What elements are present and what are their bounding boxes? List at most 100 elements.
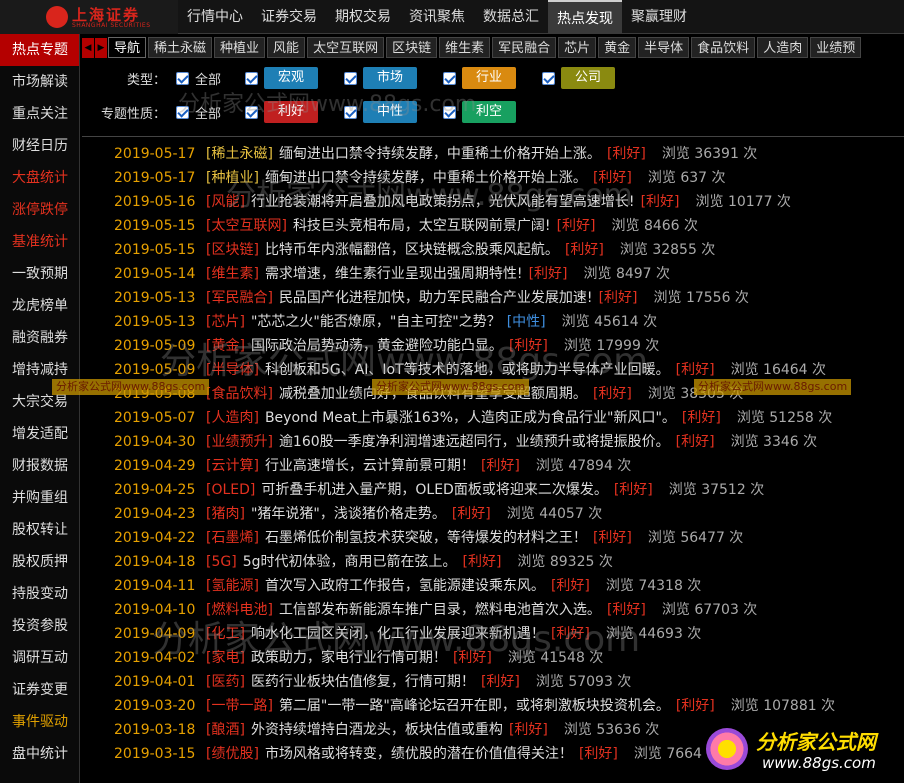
topic-title[interactable]: 工信部发布新能源车推广目录，燃料电池首次入选。 [279, 598, 601, 622]
topic-tag[interactable]: [绩优股] [206, 742, 259, 766]
topic-tag[interactable]: [维生素] [206, 262, 259, 286]
list-item[interactable]: 2019-05-17 [稀土永磁] 缅甸进出口禁令持续发酵，中重稀土价格开始上涨。 [… [82, 142, 904, 166]
list-item[interactable]: 2019-04-09 [化工] 响水化工园区关闭，化工行业发展迎来新机遇！ [利好] 浏… [82, 622, 904, 646]
topic-title[interactable]: 第二届"一带一路"高峰论坛召开在即，或将刺激板块投资机会。 [279, 694, 670, 718]
topic-tab[interactable]: 食品饮料 [691, 37, 756, 58]
type-filter-checkbox[interactable] [542, 71, 556, 85]
list-item[interactable]: 2019-05-14 [维生素] 需求增速，维生素行业呈现出强周期特性! [利好] 浏览… [82, 262, 904, 286]
sidebar-item[interactable]: 涨停跌停 [0, 194, 79, 226]
nav-item[interactable]: 行情中心 [178, 0, 252, 34]
list-item[interactable]: 2019-05-09 [黄金] 国际政治局势动荡，黄金避险功能凸显。 [利好] 浏览 1… [82, 334, 904, 358]
topic-tab[interactable]: 维生素 [439, 37, 491, 58]
list-item[interactable]: 2019-04-18 [5G] 5g时代初体验，商用已箭在弦上。 [利好] 浏览 893… [82, 550, 904, 574]
sidebar-item[interactable]: 投资参股 [0, 610, 79, 642]
list-item[interactable]: 2019-05-16 [风能] 行业抢装潮将开启叠加风电政策拐点，光伏风能有望高速增… [82, 190, 904, 214]
sidebar-item[interactable]: 调研互动 [0, 642, 79, 674]
topic-title[interactable]: 市场风格或将转变，绩优股的潜在价值值得关注！ [265, 742, 573, 766]
topic-tag[interactable]: [半导体] [206, 358, 259, 382]
type-all-checkbox[interactable] [176, 71, 189, 85]
topic-tag[interactable]: [猪肉] [206, 502, 245, 526]
nav-item[interactable]: 数据总汇 [474, 0, 548, 34]
sidebar-item[interactable]: 增发适配 [0, 418, 79, 450]
list-item[interactable]: 2019-04-11 [氢能源] 首次写入政府工作报告，氢能源建设乘东风。 [利好] 浏… [82, 574, 904, 598]
topic-title[interactable]: 5g时代初体验，商用已箭在弦上。 [243, 550, 457, 574]
nature-filter-chip[interactable]: 中性 [363, 101, 418, 123]
topic-tag[interactable]: [军民融合] [206, 286, 273, 310]
topic-title[interactable]: 石墨烯低价制氢技术获突破，等待爆发的材料之王！ [265, 526, 587, 550]
sidebar-item[interactable]: 持股变动 [0, 578, 79, 610]
topic-title[interactable]: "芯芯之火"能否燎原，"自主可控"之势？ [251, 310, 501, 334]
topic-tag[interactable]: [区块链] [206, 238, 259, 262]
sidebar-item[interactable]: 大盘统计 [0, 162, 79, 194]
topic-tag[interactable]: [太空互联网] [206, 214, 287, 238]
topic-tab[interactable]: 种植业 [214, 37, 266, 58]
list-item[interactable]: 2019-04-01 [医药] 医药行业板块估值修复，行情可期！ [利好] 浏览 570… [82, 670, 904, 694]
topic-title[interactable]: 可折叠手机进入量产期，OLED面板或将迎来二次爆发。 [261, 478, 607, 502]
type-filter-chip[interactable]: 市场 [363, 67, 418, 89]
sidebar-item[interactable]: 财报数据 [0, 450, 79, 482]
topic-title[interactable]: 需求增速，维生素行业呈现出强周期特性! [265, 262, 523, 286]
sidebar-item[interactable]: 事件驱动 [0, 706, 79, 738]
list-item[interactable]: 2019-04-29 [云计算] 行业高速增长，云计算前景可期！ [利好] 浏览 478… [82, 454, 904, 478]
topic-tag[interactable]: [业绩预升] [206, 430, 273, 454]
sidebar-item[interactable]: 热点专题 [0, 34, 79, 66]
topic-tag[interactable]: [云计算] [206, 454, 259, 478]
list-item[interactable]: 2019-05-15 [区块链] 比特币年内涨幅翻倍，区块链概念股乘风起航。 [利好]… [82, 238, 904, 262]
topic-tag[interactable]: [医药] [206, 670, 245, 694]
type-filter-chip[interactable]: 宏观 [264, 67, 319, 89]
topic-tab[interactable]: 业绩预 [810, 37, 862, 58]
sidebar-item[interactable]: 股权转让 [0, 514, 79, 546]
topic-tab[interactable]: 半导体 [638, 37, 690, 58]
sidebar-item[interactable]: 证券变更 [0, 674, 79, 706]
sidebar-item[interactable]: 盘中统计 [0, 738, 79, 770]
topic-title[interactable]: 比特币年内涨幅翻倍，区块链概念股乘风起航。 [265, 238, 559, 262]
sidebar-item[interactable]: 基准统计 [0, 226, 79, 258]
type-filter-checkbox[interactable] [344, 71, 358, 85]
topic-tag[interactable]: [氢能源] [206, 574, 259, 598]
topic-title[interactable]: 行业抢装潮将开启叠加风电政策拐点，光伏风能有望高速增长! [251, 190, 635, 214]
type-filter-chip[interactable]: 行业 [462, 67, 517, 89]
topic-tag[interactable]: [黄金] [206, 334, 245, 358]
sidebar-item[interactable]: 市场解读 [0, 66, 79, 98]
list-item[interactable]: 2019-04-30 [业绩预升] 逾160股一季度净利润增速远超同行，业绩预升或将… [82, 430, 904, 454]
sidebar-item[interactable]: 融资融券 [0, 322, 79, 354]
sidebar-item[interactable]: 股权质押 [0, 546, 79, 578]
tab-scroll-left-icon[interactable]: ◀ [82, 37, 94, 58]
nav-item[interactable]: 聚赢理财 [622, 0, 696, 34]
list-item[interactable]: 2019-04-23 [猪肉] "猪年说猪"，浅谈猪价格走势。 [利好] 浏览 4405… [82, 502, 904, 526]
topic-title[interactable]: "猪年说猪"，浅谈猪价格走势。 [251, 502, 446, 526]
topic-tab[interactable]: 军民融合 [492, 37, 557, 58]
topic-tag[interactable]: [化工] [206, 622, 245, 646]
nature-filter-chip[interactable]: 利空 [462, 101, 517, 123]
topic-title[interactable]: 外资持续增持白酒龙头，板块估值或重构 [251, 718, 503, 742]
sidebar-item[interactable]: 重点关注 [0, 98, 79, 130]
topic-tag[interactable]: [5G] [206, 550, 237, 574]
topic-title[interactable]: 民品国产化进程加快，助力军民融合产业发展加速! [279, 286, 593, 310]
topic-tab[interactable]: 导航 [108, 37, 147, 58]
topic-tag[interactable]: [石墨烯] [206, 526, 259, 550]
topic-title[interactable]: 响水化工园区关闭，化工行业发展迎来新机遇！ [251, 622, 545, 646]
nav-item[interactable]: 资讯聚焦 [400, 0, 474, 34]
topic-tag[interactable]: [食品饮料] [206, 382, 273, 406]
list-item[interactable]: 2019-05-17 [种植业] 缅甸进出口禁令持续发酵，中重稀土价格开始上涨。 [利… [82, 166, 904, 190]
list-item[interactable]: 2019-04-22 [石墨烯] 石墨烯低价制氢技术获突破，等待爆发的材料之王！ [利… [82, 526, 904, 550]
topic-title[interactable]: 科技巨头竞相布局，太空互联网前景广阔! [293, 214, 551, 238]
topic-tab[interactable]: 区块链 [386, 37, 438, 58]
list-item[interactable]: 2019-04-10 [燃料电池] 工信部发布新能源车推广目录，燃料电池首次入选。 [… [82, 598, 904, 622]
topic-title[interactable]: 缅甸进出口禁令持续发酵，中重稀土价格开始上涨。 [265, 166, 587, 190]
topic-tag[interactable]: [人造肉] [206, 406, 259, 430]
type-filter-checkbox[interactable] [443, 71, 457, 85]
topic-tab[interactable]: 太空互联网 [307, 37, 385, 58]
topic-tag[interactable]: [家电] [206, 646, 245, 670]
sidebar-item[interactable]: 并购重组 [0, 482, 79, 514]
list-item[interactable]: 2019-05-07 [人造肉] Beyond Meat上市暴涨163%，人造肉正成… [82, 406, 904, 430]
type-filter-checkbox[interactable] [245, 71, 259, 85]
topic-tag[interactable]: [种植业] [206, 166, 259, 190]
topic-tag[interactable]: [稀土永磁] [206, 142, 273, 166]
nature-filter-checkbox[interactable] [344, 105, 358, 119]
topic-title[interactable]: 国际政治局势动荡，黄金避险功能凸显。 [251, 334, 503, 358]
topic-tag[interactable]: [OLED] [206, 478, 255, 502]
nature-filter-checkbox[interactable] [245, 105, 259, 119]
topic-title[interactable]: 政策助力，家电行业行情可期！ [251, 646, 447, 670]
topic-tag[interactable]: [芯片] [206, 310, 245, 334]
